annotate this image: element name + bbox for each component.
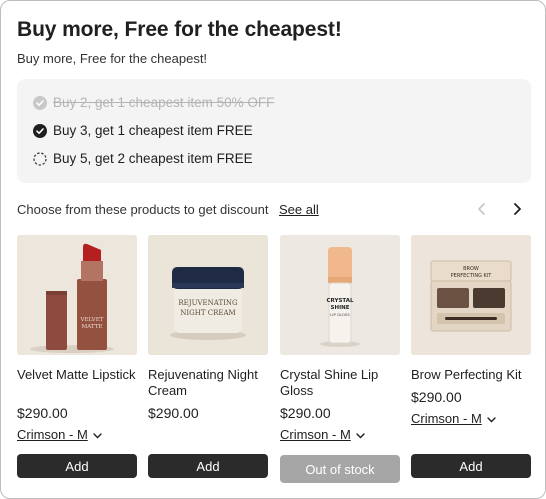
variant-label: Crimson - M [280,427,351,442]
carousel-prev-button[interactable] [473,200,491,218]
check-circle-icon [33,95,47,110]
variant-selector[interactable]: Crimson - M [280,427,400,442]
tier-item-3: Buy 5, get 2 cheapest item FREE [33,151,253,166]
chevron-down-icon [93,427,102,442]
variant-selector[interactable]: Crimson - M [17,427,137,442]
variant-selector[interactable]: Crimson - M [411,411,531,426]
product-image[interactable]: VELVET MATTE [17,235,137,355]
add-to-cart-button[interactable]: Add [17,454,137,478]
product-card: CRYSTAL SHINE LIP GLOSS Crystal Shine Li… [280,235,400,442]
chevron-down-icon [356,427,365,442]
product-image[interactable]: BROW PERFECTING KIT [411,235,531,355]
chevron-down-icon [487,411,496,426]
offer-title: Buy more, Free for the cheapest! [17,18,342,41]
tier-label: Buy 2, get 1 cheapest item 50% OFF [53,95,275,110]
product-image[interactable]: CRYSTAL SHINE LIP GLOSS [280,235,400,355]
product-card: REJUVENATING NIGHT CREAM Rejuvenating Ni… [148,235,268,421]
product-packaging-text: SHINE [331,305,350,311]
product-packaging-text: MATTE [81,324,102,330]
tier-label: Buy 5, get 2 cheapest item FREE [53,151,253,166]
out-of-stock-button: Out of stock [280,455,400,483]
products-section-label: Choose from these products to get discou… [17,202,269,217]
product-name[interactable]: Rejuvenating Night Cream [148,367,268,399]
product-packaging-text: REJUVENATING [178,299,238,307]
product-price: $290.00 [148,405,199,421]
product-packaging-text: CRYSTAL [326,298,353,304]
offer-subtitle: Buy more, Free for the cheapest! [17,51,208,66]
product-card: BROW PERFECTING KIT Brow Perfecting Kit … [411,235,531,426]
see-all-link[interactable]: See all [279,202,319,217]
chevron-left-icon [478,203,485,215]
chevron-right-icon [514,203,521,215]
bundle-offer-card: Buy more, Free for the cheapest! Buy mor… [0,0,546,499]
product-packaging-text: LIP GLOSS [330,312,350,317]
tier-label: Buy 3, get 1 cheapest item FREE [53,123,253,138]
tier-item-2: Buy 3, get 1 cheapest item FREE [33,123,253,138]
product-name[interactable]: Brow Perfecting Kit [411,367,531,383]
add-to-cart-button[interactable]: Add [148,454,268,478]
product-card: VELVET MATTE Velvet Matte Lipstick $290.… [17,235,137,442]
product-image[interactable]: REJUVENATING NIGHT CREAM [148,235,268,355]
product-packaging-text: NIGHT CREAM [180,309,235,317]
tier-item-1: Buy 2, get 1 cheapest item 50% OFF [33,95,274,110]
discount-tiers-panel: Buy 2, get 1 cheapest item 50% OFF Buy 3… [17,79,531,183]
dashed-circle-icon [33,151,47,166]
add-to-cart-button[interactable]: Add [411,454,531,478]
product-name[interactable]: Crystal Shine Lip Gloss [280,367,400,399]
product-price: $290.00 [17,405,68,421]
product-packaging-text: VELVET [79,317,103,323]
product-price: $290.00 [411,389,462,405]
variant-label: Crimson - M [411,411,482,426]
product-price: $290.00 [280,405,331,421]
variant-label: Crimson - M [17,427,88,442]
check-circle-icon [33,123,47,138]
product-packaging-text: PERFECTING KIT [451,273,493,279]
product-packaging-text: BROW [463,266,479,272]
carousel-next-button[interactable] [508,200,526,218]
product-name[interactable]: Velvet Matte Lipstick [17,367,137,399]
